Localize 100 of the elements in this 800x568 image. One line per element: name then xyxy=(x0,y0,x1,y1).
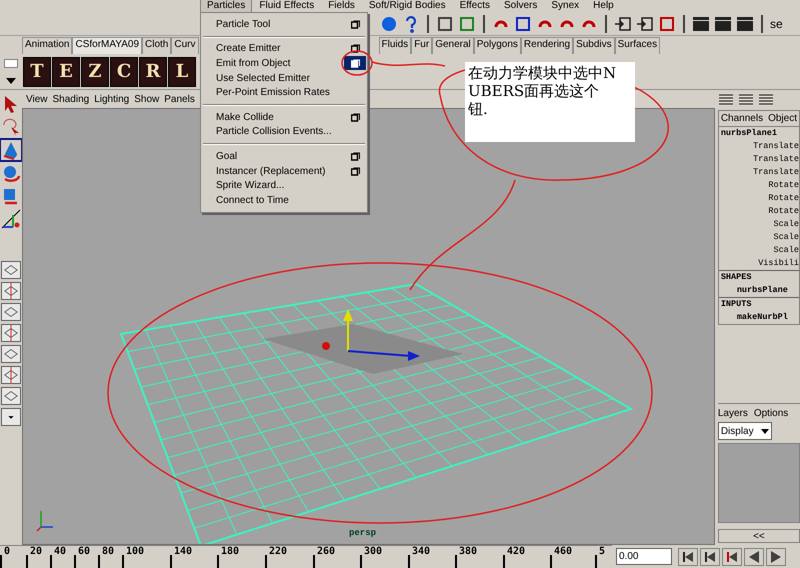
sphere-icon[interactable] xyxy=(380,14,398,32)
attribute-label: Scale xyxy=(772,244,799,257)
export-icon[interactable] xyxy=(636,14,654,32)
menu-item[interactable]: Instancer (Replacement) xyxy=(216,166,326,177)
shelf-button[interactable]: Z xyxy=(81,56,109,86)
layout-icon[interactable] xyxy=(1,345,21,363)
attribute-label: Rotate xyxy=(767,192,799,205)
move-manipulator-icon xyxy=(322,309,420,361)
collapse-button[interactable]: << xyxy=(718,529,800,543)
attribute-label: Translate xyxy=(752,166,799,179)
layout-icon[interactable] xyxy=(758,93,774,107)
shelf-button[interactable]: E xyxy=(52,56,80,86)
shelf-tab[interactable]: Curv xyxy=(171,37,198,54)
layout-icon[interactable] xyxy=(1,282,21,300)
panel-menu-item[interactable]: Panels xyxy=(164,94,195,104)
menu-item[interactable]: Solvers xyxy=(497,0,544,12)
tick-label: 420 xyxy=(507,546,526,557)
shelf-tab[interactable]: Surfaces xyxy=(614,37,660,54)
layers-menu-item[interactable]: Layers xyxy=(718,408,748,419)
caret-icon[interactable] xyxy=(1,408,21,426)
option-box-icon[interactable] xyxy=(349,18,361,30)
panel-menu-item[interactable]: View xyxy=(26,94,48,104)
tick-label: 180 xyxy=(221,546,240,557)
shelf-tab[interactable]: Animation xyxy=(22,37,72,54)
play-icon[interactable] xyxy=(766,548,786,566)
time-ruler[interactable]: 0 20 40 60 80 100 140 180 220 260 300 340 380 420 460 5 xyxy=(0,545,612,568)
time-field[interactable]: 0.00 xyxy=(616,548,672,565)
menu-item[interactable]: Make Collide xyxy=(216,112,274,123)
menu-item[interactable]: Effects xyxy=(452,0,497,12)
tick-label: 340 xyxy=(412,546,430,557)
lasso-icon[interactable] xyxy=(1,117,21,137)
tick-label: 0 xyxy=(4,546,10,557)
rotate-tool-icon[interactable] xyxy=(1,163,21,183)
layout-icon[interactable] xyxy=(1,324,21,342)
shelf-icon[interactable] xyxy=(4,58,18,68)
menu-item[interactable]: Particle Tool xyxy=(216,18,270,30)
shelf-button[interactable]: R xyxy=(139,56,167,86)
option-box-icon[interactable] xyxy=(349,43,361,54)
key-back-icon[interactable] xyxy=(722,548,742,566)
menu-item[interactable]: Emit from Object xyxy=(216,58,290,69)
tick-label: 100 xyxy=(126,546,144,557)
menu-item[interactable]: Fluid Effects xyxy=(252,0,322,12)
layout-icon[interactable] xyxy=(1,366,21,384)
tick-label: 300 xyxy=(364,546,382,557)
menu-item[interactable]: Connect to Time xyxy=(216,194,289,206)
display-dropdown[interactable]: Display xyxy=(718,422,772,440)
shelf-tab[interactable]: Subdivs xyxy=(573,37,615,54)
shelf-button[interactable]: L xyxy=(168,56,196,86)
menu-item[interactable]: Sprite Wizard... xyxy=(216,180,284,192)
toolbar-label: se xyxy=(770,16,783,30)
tick-label: 260 xyxy=(317,546,336,557)
menu-item[interactable]: Goal xyxy=(216,150,238,162)
step-back-icon[interactable] xyxy=(700,548,720,566)
move-tool-icon[interactable] xyxy=(1,140,21,160)
layers-menu-item[interactable]: Options xyxy=(754,408,788,419)
panel-menu-item[interactable]: Lighting xyxy=(94,94,130,104)
menu-item[interactable]: Create Emitter xyxy=(216,43,280,54)
option-box-icon[interactable] xyxy=(344,56,366,70)
menu-item[interactable]: Particles xyxy=(200,0,252,12)
play-back-icon[interactable] xyxy=(744,548,764,566)
annotation-note: 在动力学模块中选中NUBERS面再选这个钮. xyxy=(465,62,635,142)
annotation-circle xyxy=(341,50,373,76)
section-title: INPUTS xyxy=(720,298,752,311)
menu-item[interactable]: Per-Point Emission Rates xyxy=(216,87,330,98)
shelf-tab[interactable]: Rendering xyxy=(520,37,574,54)
shelf-tab[interactable]: Fluids xyxy=(378,37,412,54)
menu-item[interactable]: Fields xyxy=(321,0,362,12)
import-icon[interactable] xyxy=(614,14,632,32)
shelf-tab[interactable]: Cloth xyxy=(142,37,172,54)
channel-box-tab[interactable]: Channels xyxy=(720,113,764,124)
layout-icon[interactable] xyxy=(738,93,754,107)
menu-item[interactable]: Particle Collision Events... xyxy=(216,126,332,138)
layout-icon[interactable] xyxy=(718,93,734,107)
attribute-label: Translate xyxy=(752,153,799,166)
tick-label: 20 xyxy=(30,546,42,557)
menu-item[interactable]: Help xyxy=(586,0,621,12)
shelf-button[interactable]: T xyxy=(23,56,51,86)
shelf-tab[interactable]: Polygons xyxy=(474,37,521,54)
option-box-icon[interactable] xyxy=(349,166,361,177)
menu-item[interactable]: Soft/Rigid Bodies xyxy=(362,0,453,12)
panel-menu-item[interactable]: Shading xyxy=(52,94,90,104)
layout-icon[interactable] xyxy=(1,387,21,405)
tick-label: 220 xyxy=(269,546,288,557)
layout-icon[interactable] xyxy=(1,261,21,279)
shelf-tab[interactable]: Fur xyxy=(411,37,432,54)
channel-box-tab[interactable]: Object xyxy=(768,113,797,124)
skip-start-icon[interactable] xyxy=(678,548,698,566)
shelf-tab[interactable]: General xyxy=(432,37,474,54)
tick-label: 5 xyxy=(599,546,606,557)
layout-icon[interactable] xyxy=(1,303,21,321)
caret-icon[interactable] xyxy=(6,78,16,84)
menu-item[interactable]: Synex xyxy=(544,0,586,12)
attribute-label: Scale xyxy=(772,218,799,231)
manipulator-icon[interactable] xyxy=(1,209,21,229)
menu-item[interactable]: Use Selected Emitter xyxy=(216,72,310,84)
shelf-button[interactable]: C xyxy=(110,56,138,86)
shelf-tab[interactable]: CSforMAYA09 xyxy=(72,37,142,54)
option-box-icon[interactable] xyxy=(349,150,361,162)
option-box-icon[interactable] xyxy=(349,112,361,123)
panel-menu-item[interactable]: Show xyxy=(134,94,160,104)
